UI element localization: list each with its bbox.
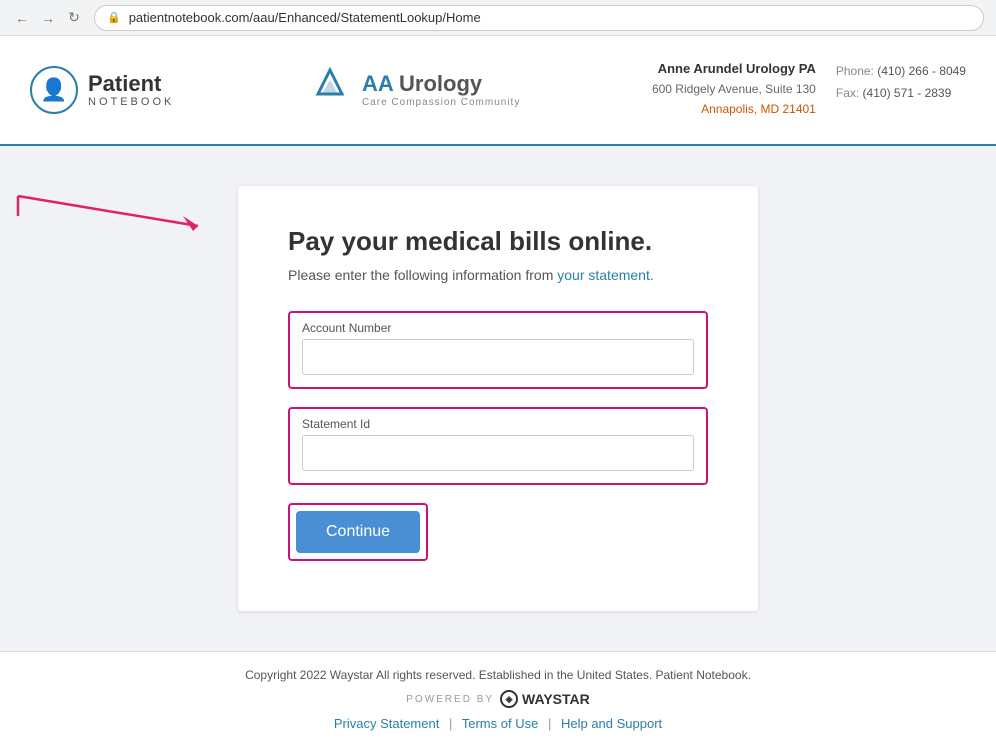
clinic-logo: AA Urology Care Compassion Community bbox=[306, 66, 520, 114]
terms-link[interactable]: Terms of Use bbox=[462, 716, 539, 731]
main-content: Pay your medical bills online. Please en… bbox=[0, 146, 996, 651]
patient-notebook-icon: 👤 bbox=[30, 66, 78, 114]
clinic-address: 600 Ridgely Avenue, Suite 130 bbox=[652, 80, 816, 99]
footer-powered-by: POWERED BY ◈ WAYSTAR bbox=[16, 690, 980, 708]
phone-label: Phone: bbox=[836, 64, 874, 78]
url-text: patientnotebook.com/aau/Enhanced/Stateme… bbox=[129, 10, 481, 25]
privacy-link[interactable]: Privacy Statement bbox=[334, 716, 440, 731]
help-link[interactable]: Help and Support bbox=[561, 716, 662, 731]
clinic-city: Annapolis, MD 21401 bbox=[652, 100, 816, 119]
form-card: Pay your medical bills online. Please en… bbox=[238, 186, 758, 611]
statement-link[interactable]: your statement. bbox=[557, 267, 654, 283]
page-footer: Copyright 2022 Waystar All rights reserv… bbox=[0, 651, 996, 747]
statement-id-group: Statement Id bbox=[288, 407, 708, 485]
statement-id-input[interactable] bbox=[302, 435, 694, 471]
aa-label: AA bbox=[362, 71, 399, 96]
waystar-icon: ◈ bbox=[500, 690, 518, 708]
patient-notebook-text: Patient NOTEBOOK bbox=[88, 72, 174, 108]
footer-copyright: Copyright 2022 Waystar All rights reserv… bbox=[16, 668, 980, 682]
arrow-annotation bbox=[8, 176, 228, 236]
account-number-input[interactable] bbox=[302, 339, 694, 375]
patient-notebook-logo: 👤 Patient NOTEBOOK bbox=[30, 66, 174, 114]
browser-toolbar: ← → ↻ 🔒 patientnotebook.com/aau/Enhanced… bbox=[0, 0, 996, 36]
back-button[interactable]: ← bbox=[12, 8, 32, 28]
clinic-full-name: Anne Arundel Urology PA bbox=[652, 61, 816, 76]
notebook-label: NOTEBOOK bbox=[88, 96, 174, 108]
aa-urology-text: AA Urology Care Compassion Community bbox=[362, 71, 520, 109]
waystar-name: WAYSTAR bbox=[522, 691, 590, 707]
clinic-info: Anne Arundel Urology PA 600 Ridgely Aven… bbox=[652, 61, 816, 118]
urology-label: Urology bbox=[399, 71, 482, 96]
page-header: 👤 Patient NOTEBOOK AA Urology Care Compa… bbox=[0, 36, 996, 146]
fax-number: (410) 571 - 2839 bbox=[863, 86, 952, 100]
separator-2: | bbox=[548, 716, 551, 731]
phone-row: Phone: (410) 266 - 8049 bbox=[836, 61, 966, 83]
aa-urology-icon bbox=[306, 66, 354, 114]
clinic-tagline: Care Compassion Community bbox=[362, 97, 520, 109]
address-bar[interactable]: 🔒 patientnotebook.com/aau/Enhanced/State… bbox=[94, 5, 984, 31]
account-number-group: Account Number bbox=[288, 311, 708, 389]
account-number-label: Account Number bbox=[302, 321, 694, 335]
fax-label: Fax: bbox=[836, 86, 859, 100]
nav-buttons[interactable]: ← → ↻ bbox=[12, 8, 84, 28]
patient-label: Patient bbox=[88, 72, 174, 96]
forward-button[interactable]: → bbox=[38, 8, 58, 28]
powered-by-label: POWERED BY bbox=[406, 694, 494, 705]
fax-row: Fax: (410) 571 - 2839 bbox=[836, 83, 966, 105]
form-subtitle: Please enter the following information f… bbox=[288, 267, 708, 283]
phone-number: (410) 266 - 8049 bbox=[877, 64, 966, 78]
continue-wrapper: Continue bbox=[288, 503, 428, 561]
continue-button[interactable]: Continue bbox=[296, 511, 420, 553]
header-right: Anne Arundel Urology PA 600 Ridgely Aven… bbox=[652, 61, 966, 118]
lock-icon: 🔒 bbox=[107, 11, 121, 24]
statement-id-label: Statement Id bbox=[302, 417, 694, 431]
separator-1: | bbox=[449, 716, 452, 731]
waystar-logo: ◈ WAYSTAR bbox=[500, 690, 590, 708]
reload-button[interactable]: ↻ bbox=[64, 8, 84, 28]
continue-row: Continue bbox=[288, 503, 708, 561]
footer-links: Privacy Statement | Terms of Use | Help … bbox=[16, 716, 980, 731]
clinic-contact: Phone: (410) 266 - 8049 Fax: (410) 571 -… bbox=[836, 61, 966, 118]
form-title: Pay your medical bills online. bbox=[288, 226, 708, 257]
